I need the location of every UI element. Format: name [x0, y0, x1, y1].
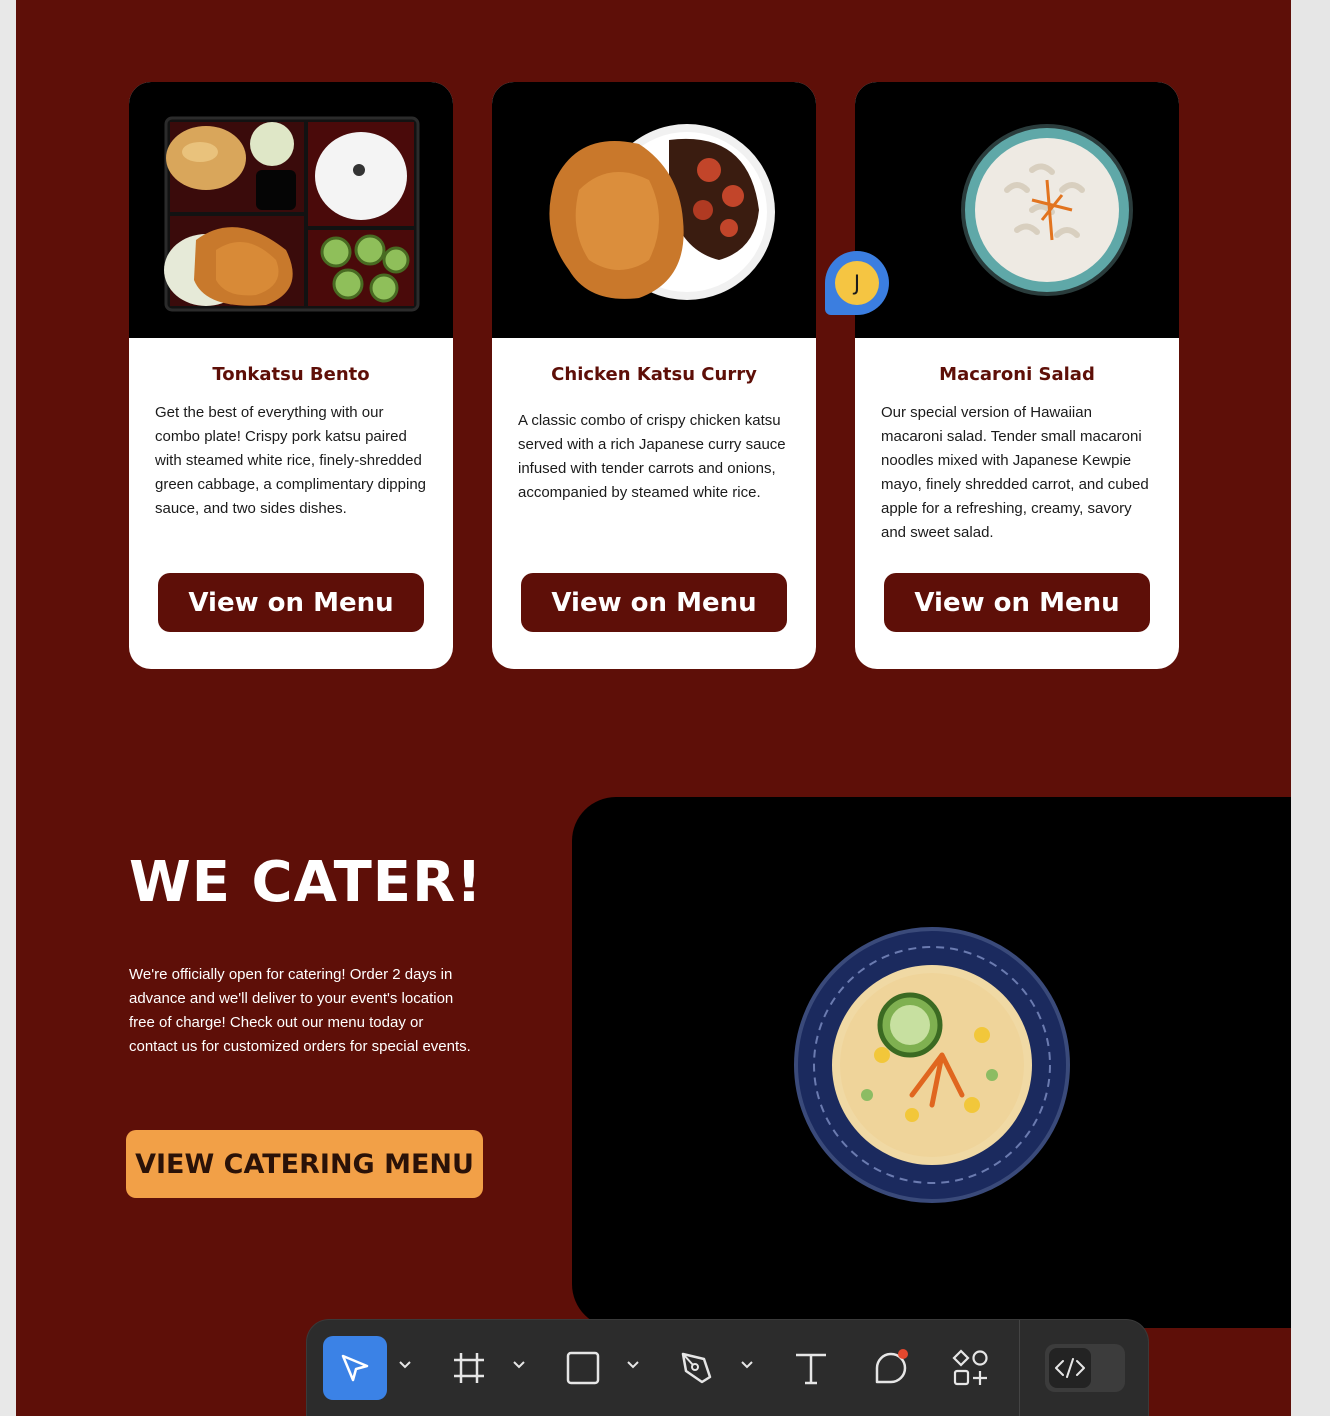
canvas-background-right — [1291, 0, 1330, 1416]
chevron-down-icon — [627, 1361, 639, 1369]
text-tool-button[interactable] — [779, 1336, 843, 1400]
view-on-menu-button[interactable]: View on Menu — [158, 573, 424, 632]
view-on-menu-button[interactable]: View on Menu — [884, 573, 1150, 632]
curry-plate-photo — [492, 82, 816, 338]
chevron-down-icon — [399, 1361, 411, 1369]
rectangle-icon — [566, 1351, 600, 1385]
pen-nib-icon — [681, 1352, 712, 1384]
design-toolbar — [307, 1320, 1148, 1416]
pen-tool-dropdown[interactable] — [740, 1358, 754, 1372]
card-description: Get the best of everything with our comb… — [155, 404, 427, 517]
frame-tool-dropdown[interactable] — [512, 1358, 526, 1372]
card-title: Macaroni Salad — [939, 364, 1095, 385]
catering-description: We're officially open for catering! Orde… — [129, 966, 471, 1055]
card-title: Tonkatsu Bento — [212, 364, 370, 385]
dev-mode-toggle[interactable] — [1045, 1344, 1125, 1392]
menu-card-tonkatsu-bento: Tonkatsu Bento Get the best of everythin… — [129, 82, 453, 669]
potato-salad-bowl-photo — [794, 927, 1070, 1203]
shape-tool-button[interactable] — [551, 1336, 615, 1400]
shapes-plus-icon — [952, 1349, 988, 1386]
card-title: Chicken Katsu Curry — [551, 364, 757, 385]
move-tool-button[interactable] — [323, 1336, 387, 1400]
view-catering-menu-button[interactable]: VIEW CATERING MENU — [126, 1130, 483, 1198]
text-t-icon — [796, 1353, 826, 1385]
code-brackets-icon — [1055, 1358, 1085, 1378]
dev-mode-knob — [1049, 1348, 1091, 1388]
canvas-background-left — [0, 0, 16, 1416]
comment-bubble-icon — [875, 1349, 908, 1384]
view-on-menu-button[interactable]: View on Menu — [521, 573, 787, 632]
chevron-down-icon — [513, 1361, 525, 1369]
comment-tool-button[interactable] — [859, 1336, 923, 1400]
move-tool-dropdown[interactable] — [398, 1358, 412, 1372]
toolbar-divider — [1019, 1320, 1020, 1416]
frame-hash-icon — [454, 1353, 484, 1383]
pen-tool-button[interactable] — [665, 1336, 729, 1400]
menu-card-macaroni-salad: Macaroni Salad Our special version of Ha… — [855, 82, 1179, 669]
collaborator-avatar[interactable]: J — [825, 251, 889, 315]
cursor-arrow-icon — [341, 1354, 369, 1382]
actions-tool-button[interactable] — [939, 1336, 1003, 1400]
card-description: Our special version of Hawaiian macaroni… — [881, 404, 1149, 541]
bento-box-photo — [129, 82, 453, 338]
shape-tool-dropdown[interactable] — [626, 1358, 640, 1372]
macaroni-bowl-photo — [855, 82, 1179, 338]
design-frame[interactable]: Tonkatsu Bento Get the best of everythin… — [16, 0, 1291, 1416]
frame-tool-button[interactable] — [437, 1336, 501, 1400]
chevron-down-icon — [741, 1361, 753, 1369]
card-description: A classic combo of crispy chicken katsu … — [518, 412, 786, 501]
catering-photo-panel — [572, 797, 1291, 1328]
menu-card-chicken-katsu-curry: Chicken Katsu Curry A classic combo of c… — [492, 82, 816, 669]
catering-heading: WE CATER! — [129, 850, 483, 915]
avatar-initial: J — [835, 261, 879, 305]
